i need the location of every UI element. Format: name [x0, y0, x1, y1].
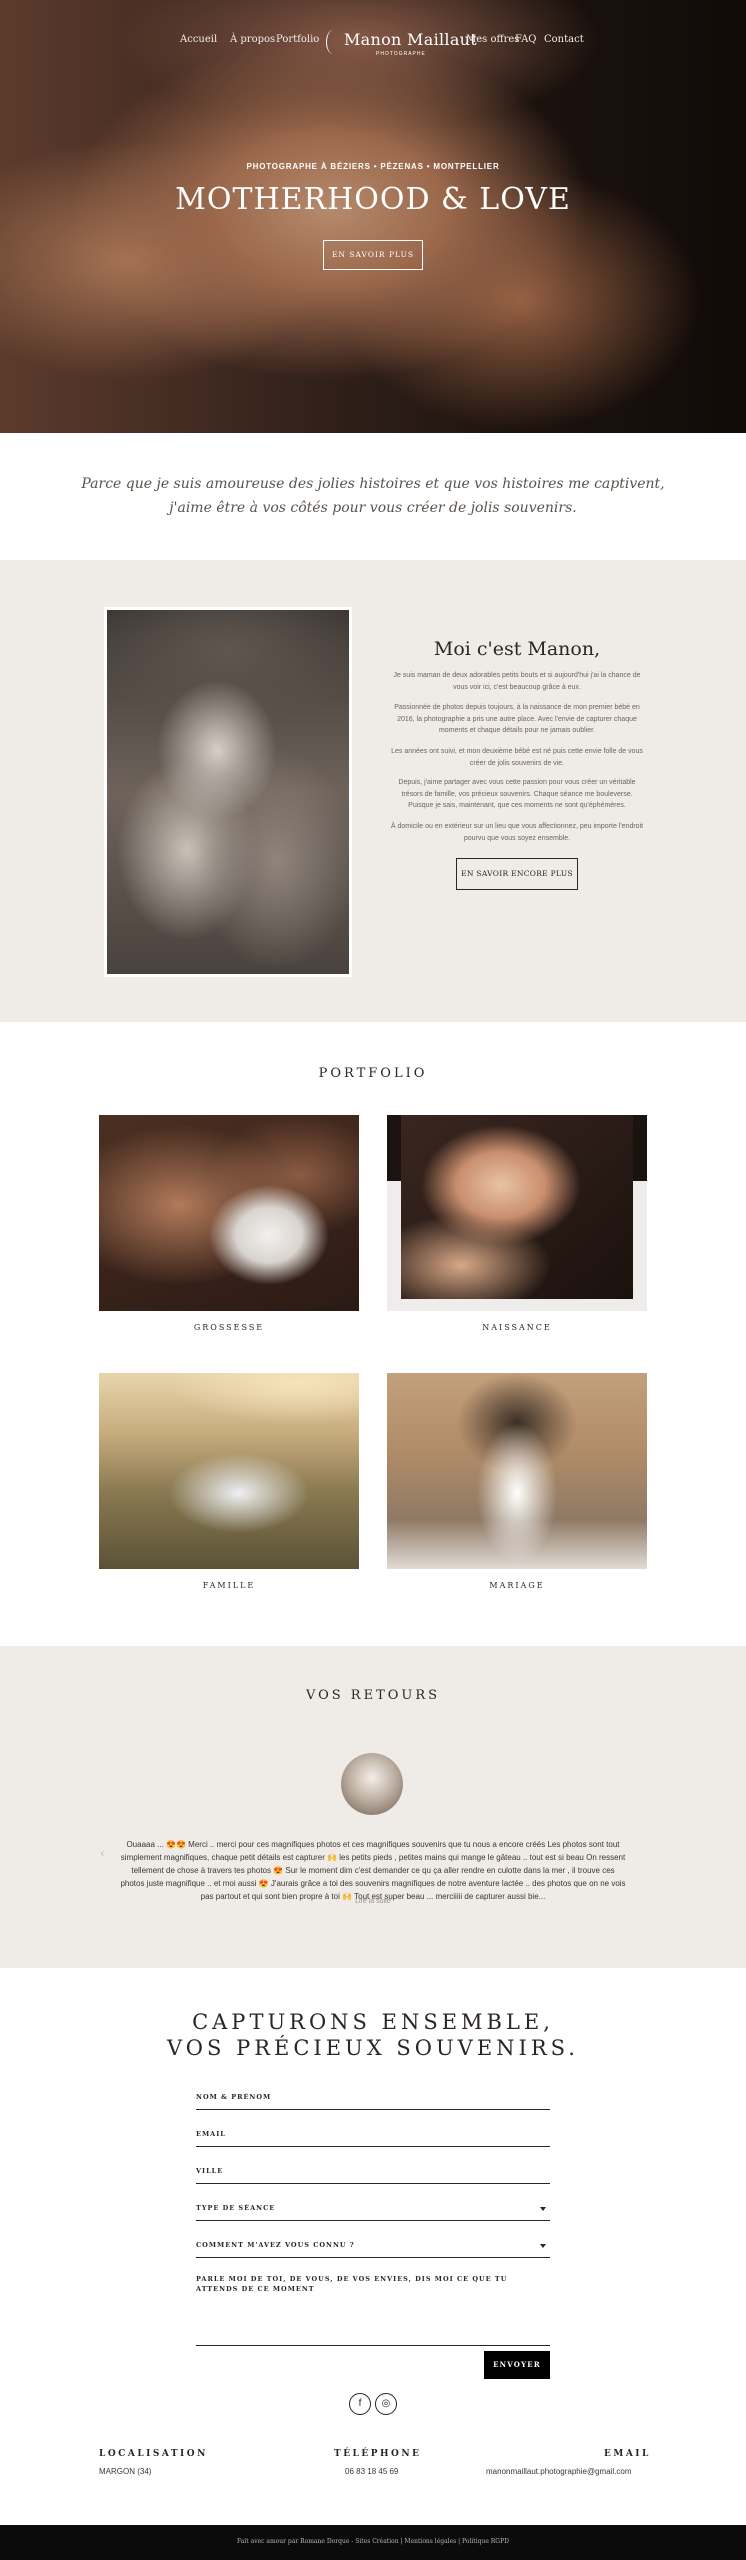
footer-email-heading: EMAIL — [604, 2449, 651, 2459]
about-paragraph-3: Les années ont suivi, et mon deuxième bé… — [391, 748, 643, 767]
bottom-credits: Fait avec amour par Romane Dorque - Site… — [0, 2538, 746, 2545]
contact-title-line-2: VOS PRÉCIEUX SOUVENIRS. — [167, 2036, 579, 2060]
hero-title: MOTHERHOOD & LOVE — [175, 182, 571, 217]
hero-learn-more-button[interactable]: EN SAVOIR PLUS — [323, 240, 423, 270]
portfolio-label-naissance[interactable]: NAISSANCE — [387, 1323, 647, 1332]
portfolio-card-grossesse[interactable] — [99, 1115, 359, 1311]
portfolio-card-naissance[interactable] — [387, 1115, 647, 1311]
instagram-icon[interactable]: ◎ — [375, 2393, 397, 2415]
bottom-credits-text[interactable]: Fait avec amour par Romane Dorque - Site… — [237, 2538, 509, 2545]
portfolio-label-grossesse[interactable]: GROSSESSE — [99, 1323, 359, 1332]
review-read-more-link[interactable]: Lire la suite — [0, 1898, 746, 1905]
bottom-bar: Fait avec amour par Romane Dorque - Site… — [0, 2525, 746, 2560]
chevron-down-icon — [540, 2207, 546, 2211]
session-type-label: TYPE DE SÉANCE — [196, 2204, 276, 2212]
main-nav: Accueil À propos Portfolio Manon Maillau… — [0, 30, 746, 60]
reviews-section: VOS RETOURS ‹ Ouaaaa ... 😍😍 Merci .. mer… — [0, 1646, 746, 1968]
about-paragraph-1: Je suis maman de deux adorables petits b… — [393, 672, 641, 691]
footer-location-value: MARGON (34) — [99, 2467, 152, 2476]
portfolio-card-famille[interactable] — [99, 1373, 359, 1569]
nav-a-propos[interactable]: À propos — [230, 34, 275, 45]
city-field-label: VILLE — [196, 2167, 224, 2175]
footer-phone-heading: TÉLÉPHONE — [334, 2449, 422, 2459]
nav-faq[interactable]: FAQ — [515, 34, 537, 45]
nav-accueil[interactable]: Accueil — [180, 34, 217, 45]
portfolio-label-mariage[interactable]: MARIAGE — [387, 1581, 647, 1590]
nav-mes-offres[interactable]: Mes offres — [466, 34, 519, 45]
portfolio-label-famille[interactable]: FAMILLE — [99, 1581, 359, 1590]
naissance-image — [401, 1115, 633, 1299]
about-paragraph-2: Passionnée de photos depuis toujours, à … — [394, 704, 640, 734]
logo-mark-icon — [326, 30, 340, 54]
send-button[interactable]: ENVOYER — [484, 2351, 550, 2379]
referral-select[interactable]: COMMENT M'AVEZ VOUS CONNU ? — [196, 2228, 550, 2258]
email-field-label: EMAIL — [196, 2130, 226, 2138]
review-text: Ouaaaa ... 😍😍 Merci .. merci pour ces ma… — [120, 1840, 626, 1901]
about-paragraph-5: À domicile ou en extérieur sur un lieu q… — [390, 823, 644, 842]
footer-email-value[interactable]: manonmaillaut.photographie@gmail.com — [486, 2467, 632, 2476]
site-logo[interactable]: Manon Maillaut PHOTOGRAPHE — [324, 30, 477, 60]
famille-image — [99, 1373, 359, 1569]
name-field[interactable]: NOM & PRÉNOM — [196, 2080, 550, 2110]
mariage-image — [387, 1373, 647, 1569]
logo-subtitle: PHOTOGRAPHE — [376, 51, 426, 57]
facebook-icon[interactable]: f — [349, 2393, 371, 2415]
intro-quote: Parce que je suis amoureuse des jolies h… — [0, 472, 746, 520]
name-field-label: NOM & PRÉNOM — [196, 2093, 272, 2101]
portfolio-title: PORTFOLIO — [318, 1066, 428, 1081]
session-type-select[interactable]: TYPE DE SÉANCE — [196, 2191, 550, 2221]
about-title: Moi c'est Manon, — [433, 638, 601, 660]
quote-line-1: Parce que je suis amoureuse des jolies h… — [81, 476, 665, 492]
referral-label: COMMENT M'AVEZ VOUS CONNU ? — [196, 2241, 355, 2249]
reviewer-avatar — [341, 1753, 403, 1815]
portfolio-card-mariage[interactable] — [387, 1373, 647, 1569]
hero-kicker: PHOTOGRAPHE À BÉZIERS • PÉZENAS • MONTPE… — [246, 162, 500, 171]
nav-portfolio[interactable]: Portfolio — [276, 34, 319, 45]
city-field[interactable]: VILLE — [196, 2154, 550, 2184]
footer-phone-value[interactable]: 06 83 18 45 69 — [345, 2467, 398, 2476]
contact-title-line-1: CAPTURONS ENSEMBLE, — [192, 2010, 554, 2034]
nav-contact[interactable]: Contact — [544, 34, 584, 45]
review-prev-arrow-icon[interactable]: ‹ — [100, 1846, 105, 1860]
about-paragraph-4: Depuis, j'aime partager avec vous cette … — [398, 779, 636, 809]
chevron-down-icon — [540, 2244, 546, 2248]
about-section: Moi c'est Manon, Je suis maman de deux a… — [0, 560, 746, 1022]
email-field[interactable]: EMAIL — [196, 2117, 550, 2147]
hero-banner: Accueil À propos Portfolio Manon Maillau… — [0, 0, 746, 433]
footer-location-heading: LOCALISATION — [99, 2449, 208, 2459]
about-photo — [104, 607, 352, 977]
reviews-title: VOS RETOURS — [305, 1688, 441, 1703]
about-more-button[interactable]: EN SAVOIR ENCORE PLUS — [456, 858, 578, 890]
message-textarea[interactable]: PARLE MOI DE TOI, DE VOUS, DE VOS ENVIES… — [196, 2274, 550, 2346]
logo-name: Manon Maillaut — [344, 30, 477, 49]
grossesse-image — [99, 1115, 359, 1311]
message-label: PARLE MOI DE TOI, DE VOUS, DE VOS ENVIES… — [196, 2275, 508, 2293]
quote-line-2: j'aime être à vos côtés pour vous créer … — [169, 500, 577, 516]
